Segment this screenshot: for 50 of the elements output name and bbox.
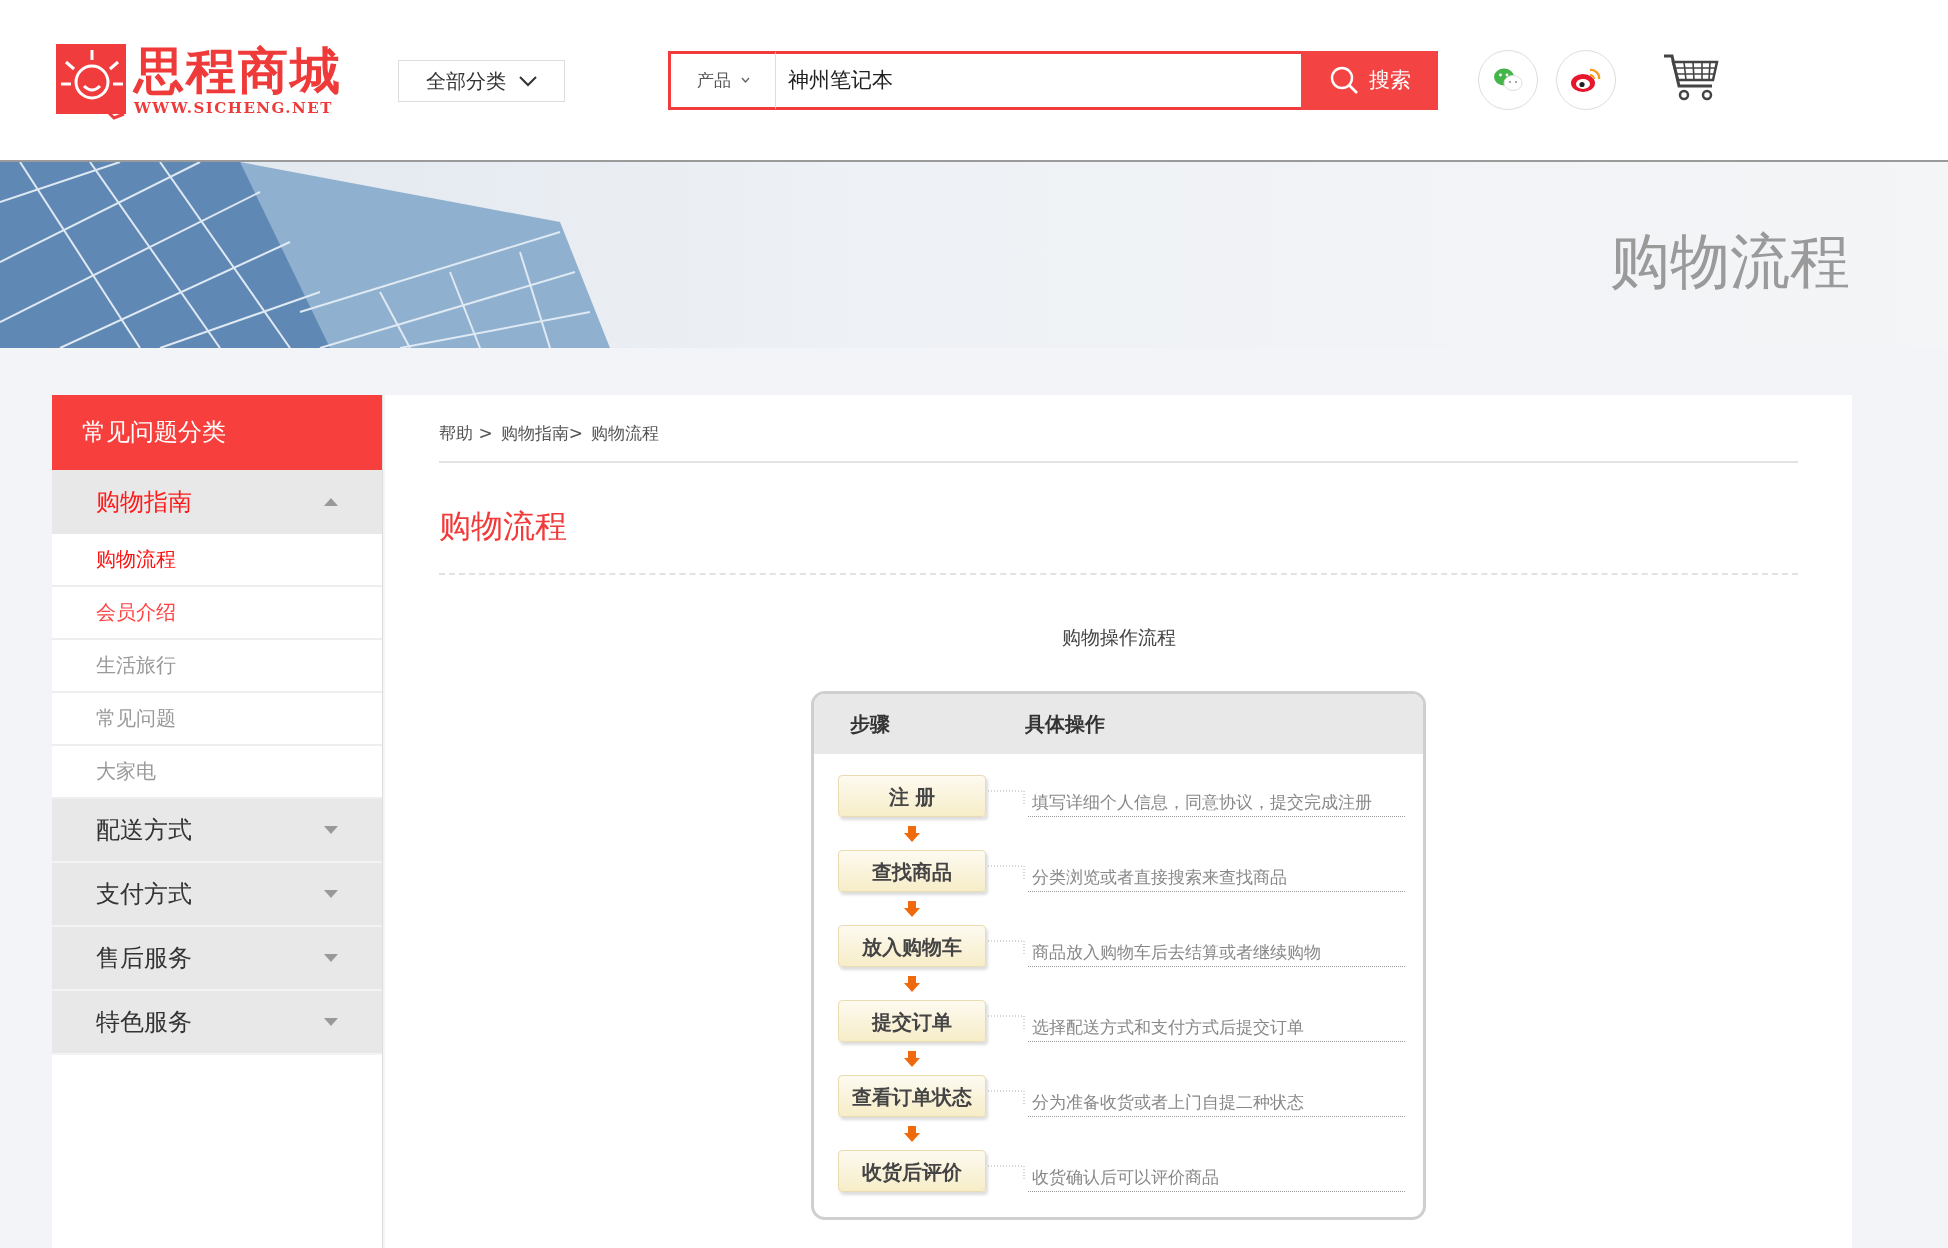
sidebar-group[interactable]: 特色服务 bbox=[52, 991, 382, 1055]
cart-button[interactable] bbox=[1662, 52, 1720, 102]
caret-down-icon bbox=[324, 826, 338, 834]
down-arrow-icon bbox=[904, 900, 920, 917]
search-field[interactable]: 神州笔记本 bbox=[776, 50, 1301, 110]
page-title: 购物流程 bbox=[439, 463, 1798, 575]
search-icon bbox=[1328, 65, 1359, 95]
step-description: 填写详细个人信息，同意协议，提交完成注册 bbox=[1028, 785, 1405, 817]
logo-url: WWW.SICHENG.NET bbox=[134, 99, 334, 117]
down-arrow-icon bbox=[904, 1125, 920, 1142]
caret-down-icon bbox=[324, 954, 338, 962]
sidebar-title: 常见问题分类 bbox=[52, 395, 382, 470]
sidebar-group[interactable]: 配送方式 bbox=[52, 799, 382, 863]
step-description: 分类浏览或者直接搜索来查找商品 bbox=[1028, 860, 1405, 892]
search-button[interactable]: 搜索 bbox=[1301, 50, 1438, 110]
sidebar-group[interactable]: 支付方式 bbox=[52, 863, 382, 927]
wechat-icon bbox=[1493, 67, 1523, 93]
step-box: 放入购物车 bbox=[838, 925, 986, 967]
breadcrumb-link[interactable]: 购物流程 bbox=[590, 422, 659, 445]
step-description: 选择配送方式和支付方式后提交订单 bbox=[1028, 1010, 1405, 1042]
step-box: 查看订单状态 bbox=[838, 1075, 986, 1117]
breadcrumb-link[interactable]: 帮助 > bbox=[439, 422, 493, 445]
caret-down-icon bbox=[324, 1018, 338, 1026]
down-arrow-icon bbox=[904, 1050, 920, 1067]
chevron-down-icon bbox=[517, 75, 538, 87]
search-scope-dropdown[interactable]: 产品 bbox=[668, 50, 776, 110]
caret-down-icon bbox=[324, 890, 338, 898]
flow-caption: 购物操作流程 bbox=[1060, 625, 1177, 650]
weibo-icon bbox=[1570, 66, 1602, 94]
column-header: 步骤 bbox=[850, 710, 891, 738]
step-box: 提交订单 bbox=[838, 1000, 986, 1042]
sidebar-item[interactable]: 购物流程 bbox=[52, 534, 382, 587]
shopping-cart-icon bbox=[1662, 52, 1720, 102]
chevron-down-icon bbox=[740, 77, 750, 83]
sidebar-group[interactable]: 售后服务 bbox=[52, 927, 382, 991]
logo-title: 思程商城 bbox=[134, 43, 342, 99]
step-box: 查找商品 bbox=[838, 850, 986, 892]
column-header: 具体操作 bbox=[1025, 710, 1105, 738]
down-arrow-icon bbox=[904, 975, 920, 992]
down-arrow-icon bbox=[904, 825, 920, 842]
banner-title: 购物流程 bbox=[1610, 225, 1850, 298]
step-description: 收货确认后可以评价商品 bbox=[1028, 1160, 1405, 1192]
caret-up-icon bbox=[324, 498, 338, 506]
logo[interactable]: 思程商城 WWW.SICHENG.NET bbox=[52, 38, 352, 122]
step-box: 注 册 bbox=[838, 775, 986, 817]
step-box: 收货后评价 bbox=[838, 1150, 986, 1192]
step-description: 分为准备收货或者上门自提二种状态 bbox=[1028, 1085, 1405, 1117]
category-dropdown[interactable]: 全部分类 bbox=[398, 60, 565, 102]
breadcrumb-link[interactable]: 购物指南> bbox=[500, 422, 583, 445]
step-description: 商品放入购物车后去结算或者继续购物 bbox=[1028, 935, 1405, 967]
